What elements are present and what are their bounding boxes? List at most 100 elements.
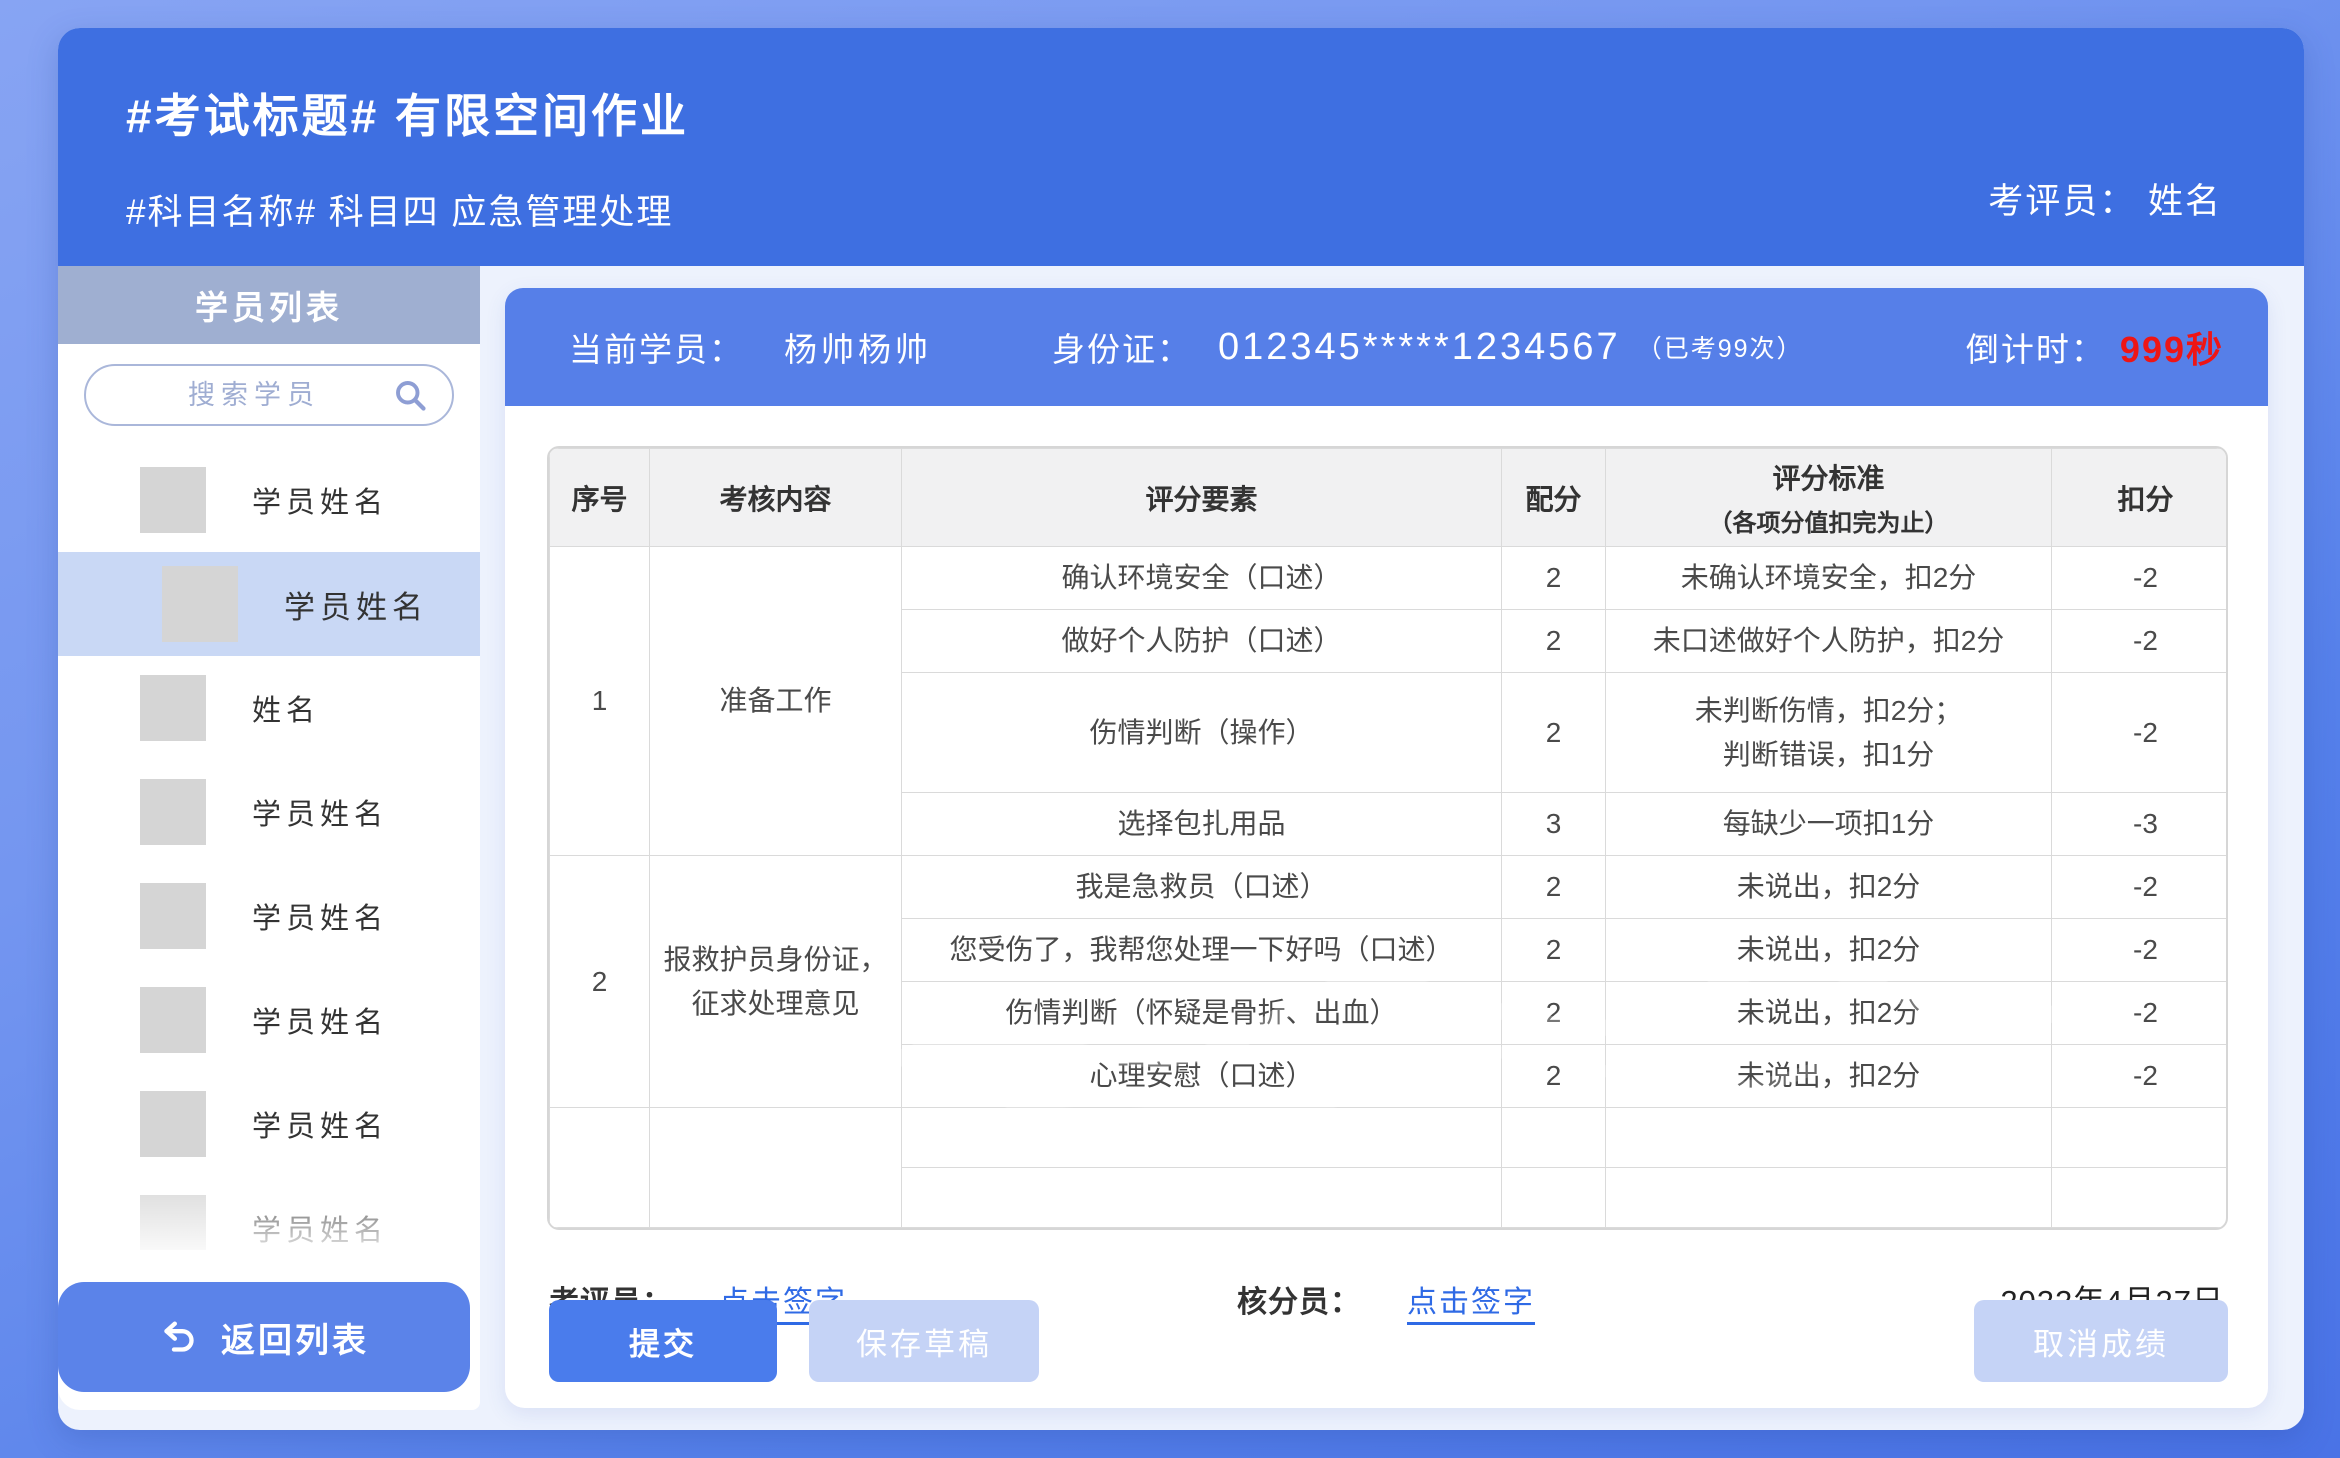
group-content-cell: 报救护员身份证，征求处理意见 bbox=[650, 856, 902, 1108]
score-row bbox=[550, 1108, 2229, 1168]
col-header-content: 考核内容 bbox=[650, 449, 902, 547]
score-table: 序号 考核内容 评分要素 配分 评分标准 （各项分值扣完为止） 扣分 bbox=[547, 446, 2228, 1230]
avatar bbox=[140, 675, 206, 741]
avatar bbox=[140, 467, 206, 533]
score-cell: 2 bbox=[1502, 1045, 1606, 1108]
student-list-item[interactable]: 学员姓名 bbox=[58, 864, 480, 968]
group-number-cell bbox=[550, 1108, 650, 1228]
exam-app-window: #考试标题# 有限空间作业 #科目名称# 科目四 应急管理处理 考评员： 姓名 … bbox=[58, 28, 2304, 1430]
back-to-list-button[interactable]: 返回列表 bbox=[58, 1282, 470, 1392]
student-list-item[interactable]: 学员姓名 bbox=[58, 968, 480, 1072]
content-area: 学员列表 学员姓名学员姓名姓名学员姓名学员姓名学员姓名学员姓名学员姓名 返回列表 bbox=[58, 266, 2304, 1430]
deduction-cell: -2 bbox=[2052, 547, 2229, 610]
deduction-cell bbox=[2052, 1168, 2229, 1228]
col-header-deduction: 扣分 bbox=[2052, 449, 2229, 547]
deduction-cell: -2 bbox=[2052, 673, 2229, 793]
countdown-value: 999秒 bbox=[2120, 321, 2224, 373]
student-list-item[interactable]: 学员姓名 bbox=[58, 1072, 480, 1176]
standard-cell: 未说出，扣2分 bbox=[1606, 982, 2052, 1045]
student-list-item[interactable]: 学员姓名 bbox=[58, 1176, 480, 1250]
student-list-item[interactable]: 学员姓名 bbox=[58, 552, 480, 656]
standard-cell: 每缺少一项扣1分 bbox=[1606, 793, 2052, 856]
score-card: 当前学员： 杨帅杨帅 身份证： 012345*****1234567 （已考99… bbox=[505, 288, 2268, 1408]
group-number-cell: 2 bbox=[550, 856, 650, 1108]
student-list-item[interactable]: 学员姓名 bbox=[58, 448, 480, 552]
student-name: 学员姓名 bbox=[252, 999, 388, 1041]
avatar bbox=[140, 987, 206, 1053]
app-header: #考试标题# 有限空间作业 #科目名称# 科目四 应急管理处理 考评员： 姓名 bbox=[58, 28, 2304, 266]
current-student-bar: 当前学员： 杨帅杨帅 身份证： 012345*****1234567 （已考99… bbox=[505, 288, 2268, 406]
deduction-cell: -2 bbox=[2052, 1045, 2229, 1108]
factor-cell: 伤情判断（怀疑是骨折、出血） bbox=[902, 982, 1502, 1045]
avatar bbox=[162, 566, 238, 642]
save-draft-button[interactable]: 保存草稿 bbox=[809, 1300, 1039, 1382]
current-student-name: 杨帅杨帅 bbox=[784, 323, 932, 371]
back-button-label: 返回列表 bbox=[221, 1313, 369, 1362]
deduction-cell: -2 bbox=[2052, 610, 2229, 673]
standard-cell: 未说出，扣2分 bbox=[1606, 1045, 2052, 1108]
examiner-name: 考评员： 姓名 bbox=[1988, 173, 2222, 224]
standard-cell: 未确认环境安全，扣2分 bbox=[1606, 547, 2052, 610]
exam-title: #考试标题# 有限空间作业 bbox=[126, 80, 2224, 146]
deduction-cell: -3 bbox=[2052, 793, 2229, 856]
group-content-cell bbox=[650, 1108, 902, 1228]
current-student-label: 当前学员： bbox=[569, 323, 744, 371]
col-header-no: 序号 bbox=[550, 449, 650, 547]
deduction-cell bbox=[2052, 1108, 2229, 1168]
score-cell: 2 bbox=[1502, 856, 1606, 919]
score-cell bbox=[1502, 1168, 1606, 1228]
col-header-factor: 评分要素 bbox=[902, 449, 1502, 547]
avatar bbox=[140, 779, 206, 845]
search-icon[interactable] bbox=[392, 377, 428, 413]
factor-cell: 选择包扎用品 bbox=[902, 793, 1502, 856]
student-sidebar: 学员列表 学员姓名学员姓名姓名学员姓名学员姓名学员姓名学员姓名学员姓名 返回列表 bbox=[58, 266, 480, 1410]
student-list-item[interactable]: 学员姓名 bbox=[58, 760, 480, 864]
cancel-score-button[interactable]: 取消成绩 bbox=[1974, 1300, 2228, 1382]
student-name: 学员姓名 bbox=[252, 791, 388, 833]
factor-cell: 心理安慰（口述） bbox=[902, 1045, 1502, 1108]
student-list: 学员姓名学员姓名姓名学员姓名学员姓名学员姓名学员姓名学员姓名 bbox=[58, 448, 480, 1250]
deduction-cell: -2 bbox=[2052, 856, 2229, 919]
deduction-cell: -2 bbox=[2052, 982, 2229, 1045]
col-header-score: 配分 bbox=[1502, 449, 1606, 547]
student-name: 学员姓名 bbox=[284, 582, 428, 627]
countdown-label: 倒计时： bbox=[1966, 323, 2106, 371]
score-cell: 2 bbox=[1502, 673, 1606, 793]
subject-subtitle: #科目名称# 科目四 应急管理处理 bbox=[126, 184, 2224, 235]
factor-cell: 做好个人防护（口述） bbox=[902, 610, 1502, 673]
avatar bbox=[140, 1091, 206, 1157]
attempts-note: （已考99次） bbox=[1637, 329, 1804, 365]
factor-cell: 伤情判断（操作） bbox=[902, 673, 1502, 793]
standard-cell: 未说出，扣2分 bbox=[1606, 919, 2052, 982]
score-cell: 2 bbox=[1502, 547, 1606, 610]
score-cell: 2 bbox=[1502, 982, 1606, 1045]
student-name: 姓名 bbox=[252, 687, 320, 729]
score-row: 1准备工作确认环境安全（口述）2未确认环境安全，扣2分-2 bbox=[550, 547, 2229, 610]
avatar bbox=[140, 1195, 206, 1250]
factor-cell: 您受伤了，我帮您处理一下好吗（口述） bbox=[902, 919, 1502, 982]
id-card-label: 身份证： bbox=[1052, 323, 1192, 371]
factor-cell: 确认环境安全（口述） bbox=[902, 547, 1502, 610]
student-list-item[interactable]: 姓名 bbox=[58, 656, 480, 760]
student-name: 学员姓名 bbox=[252, 895, 388, 937]
student-name: 学员姓名 bbox=[252, 1207, 388, 1249]
submit-button[interactable]: 提交 bbox=[549, 1300, 777, 1382]
action-button-row: 提交 保存草稿 取消成绩 bbox=[549, 1300, 2228, 1382]
standard-header-line1: 评分标准 bbox=[1772, 463, 1884, 494]
factor-cell bbox=[902, 1108, 1502, 1168]
score-cell: 2 bbox=[1502, 919, 1606, 982]
table-header-row: 序号 考核内容 评分要素 配分 评分标准 （各项分值扣完为止） 扣分 bbox=[550, 449, 2229, 547]
group-number-cell: 1 bbox=[550, 547, 650, 856]
score-row: 2报救护员身份证，征求处理意见我是急救员（口述）2未说出，扣2分-2 bbox=[550, 856, 2229, 919]
standard-cell bbox=[1606, 1108, 2052, 1168]
group-content-cell: 准备工作 bbox=[650, 547, 902, 856]
standard-cell: 未判断伤情，扣2分；判断错误，扣1分 bbox=[1606, 673, 2052, 793]
score-cell: 2 bbox=[1502, 610, 1606, 673]
standard-cell: 未说出，扣2分 bbox=[1606, 856, 2052, 919]
score-cell bbox=[1502, 1108, 1606, 1168]
student-list-title: 学员列表 bbox=[58, 266, 480, 344]
score-cell: 3 bbox=[1502, 793, 1606, 856]
standard-cell: 未口述做好个人防护，扣2分 bbox=[1606, 610, 2052, 673]
standard-cell bbox=[1606, 1168, 2052, 1228]
back-arrow-icon bbox=[159, 1317, 199, 1357]
